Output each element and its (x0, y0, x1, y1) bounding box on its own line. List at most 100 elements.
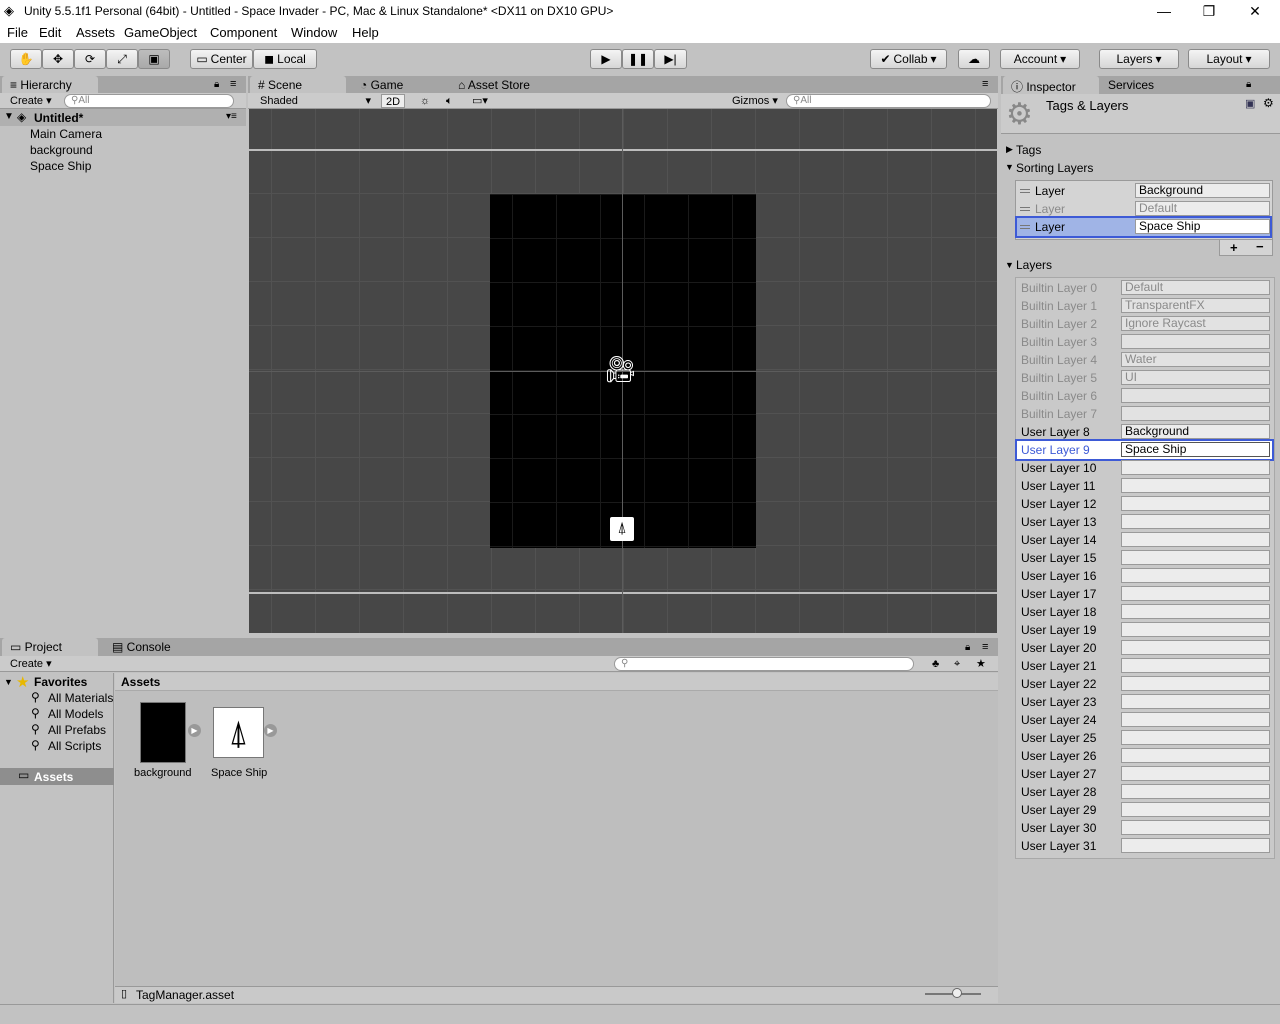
rotate-tool-button[interactable]: ⟳ (74, 49, 106, 69)
sorting-layers-foldout-icon[interactable]: ▼ (1005, 162, 1014, 172)
sorting-layers-foldout[interactable]: Sorting Layers (1016, 161, 1093, 175)
tab-game[interactable]: ◔ Game (352, 76, 411, 94)
menu-assets[interactable]: Assets (76, 25, 115, 40)
layer-name-field[interactable] (1121, 586, 1270, 601)
expand-arrow-icon[interactable]: ▶ (264, 724, 277, 737)
add-sorting-layer-button[interactable]: + (1230, 240, 1238, 255)
camera-gizmo-icon[interactable]: 🎥︎ (604, 354, 637, 385)
lock-icon[interactable]: 🔒︎ (965, 642, 970, 653)
help-book-icon[interactable]: ▣ (1245, 97, 1255, 110)
hierarchy-create-button[interactable]: Create ▾ (6, 94, 56, 108)
layer-name-field[interactable] (1121, 766, 1270, 781)
layer-row[interactable]: Builtin Layer 0 Default (1017, 279, 1272, 297)
assets-folder-label[interactable]: Assets (34, 770, 73, 784)
layer-row[interactable]: User Layer 18 (1017, 603, 1272, 621)
layer-name-field[interactable] (1121, 712, 1270, 727)
hierarchy-item-space-ship[interactable]: Space Ship (30, 159, 91, 173)
layer-row[interactable]: User Layer 23 (1017, 693, 1272, 711)
layer-name-field[interactable] (1121, 838, 1270, 853)
step-button[interactable]: ▶| (654, 49, 687, 69)
layer-name-field[interactable]: Background (1121, 424, 1270, 439)
layer-row[interactable]: User Layer 13 (1017, 513, 1272, 531)
tags-foldout-icon[interactable]: ▶ (1006, 144, 1013, 155)
layers-foldout-icon[interactable]: ▼ (1005, 260, 1014, 270)
tab-scene[interactable]: # Scene (250, 76, 346, 94)
asset-thumb-space-ship[interactable]: ⍋ (213, 707, 264, 758)
layer-row[interactable]: User Layer 12 (1017, 495, 1272, 513)
layer-name-field[interactable] (1121, 460, 1270, 475)
pivot-center-button[interactable]: ▭ Center (190, 49, 253, 69)
cloud-button[interactable]: ☁ (958, 49, 990, 69)
remove-sorting-layer-button[interactable]: − (1256, 239, 1264, 254)
filter-type-icon[interactable]: ♣ (928, 657, 943, 671)
layer-name-field[interactable] (1121, 694, 1270, 709)
sun-icon[interactable]: ☼ (416, 94, 434, 108)
layer-row[interactable]: User Layer 26 (1017, 747, 1272, 765)
layer-row[interactable]: User Layer 17 (1017, 585, 1272, 603)
sorting-layer-row[interactable]: Layer Space Ship (1015, 216, 1272, 238)
layer-row[interactable]: User Layer 20 (1017, 639, 1272, 657)
layer-row[interactable]: Builtin Layer 5 UI (1017, 369, 1272, 387)
menu-icon[interactable]: ≡ (982, 641, 988, 653)
audio-icon[interactable]: 🔈︎ (442, 94, 457, 108)
menu-icon[interactable]: ≡ (230, 78, 236, 90)
layer-name-field[interactable] (1121, 730, 1270, 745)
layer-name-field[interactable] (1121, 640, 1270, 655)
menu-icon[interactable]: ≡ (982, 78, 988, 90)
layer-row[interactable]: User Layer 31 (1017, 837, 1272, 855)
asset-label[interactable]: background (134, 767, 192, 779)
filter-label-icon[interactable]: ⌖ (950, 657, 964, 671)
layer-row[interactable]: User Layer 29 (1017, 801, 1272, 819)
layer-name-field[interactable] (1121, 496, 1270, 511)
hand-tool-button[interactable]: ✋ (10, 49, 42, 69)
favorite-item[interactable]: All Prefabs (48, 723, 106, 737)
account-dropdown[interactable]: Account ▾ (1000, 49, 1080, 69)
hierarchy-item-main-camera[interactable]: Main Camera (30, 127, 102, 141)
layer-row[interactable]: User Layer 30 (1017, 819, 1272, 837)
hierarchy-item-background[interactable]: background (30, 143, 93, 157)
menu-edit[interactable]: Edit (39, 25, 61, 40)
minimize-icon[interactable]: — (1149, 3, 1179, 19)
gizmos-dropdown[interactable]: Gizmos ▾ (728, 94, 782, 108)
layer-row[interactable]: Builtin Layer 2 Ignore Raycast (1017, 315, 1272, 333)
layer-row[interactable]: User Layer 25 (1017, 729, 1272, 747)
move-tool-button[interactable]: ✥ (42, 49, 74, 69)
project-search-input[interactable]: ⚲ (614, 657, 914, 671)
lock-icon[interactable]: 🔒︎ (214, 79, 219, 90)
layer-row[interactable]: User Layer 15 (1017, 549, 1272, 567)
layer-name-field[interactable] (1121, 748, 1270, 763)
scene-menu-icon[interactable]: ▾≡ (226, 111, 237, 122)
project-create-button[interactable]: Create ▾ (6, 657, 56, 671)
layer-name-field[interactable]: Space Ship (1121, 442, 1270, 457)
layer-row[interactable]: User Layer 28 (1017, 783, 1272, 801)
layer-row[interactable]: User Layer 9 Space Ship (1015, 439, 1274, 461)
tab-asset-store[interactable]: ⌂ Asset Store (450, 76, 538, 94)
menu-help[interactable]: Help (352, 25, 379, 40)
menu-file[interactable]: File (7, 25, 28, 40)
expand-arrow-icon[interactable]: ▶ (188, 724, 201, 737)
image-icon[interactable]: ▭▾ (468, 94, 492, 108)
hierarchy-search-input[interactable]: ⚲All (64, 94, 234, 108)
layer-row[interactable]: User Layer 10 (1017, 459, 1272, 477)
scene-search-input[interactable]: ⚲All (786, 94, 991, 108)
tab-project[interactable]: ▭ Project (2, 638, 98, 656)
layer-name-field[interactable] (1121, 604, 1270, 619)
tab-hierarchy[interactable]: ≡ Hierarchy (2, 76, 98, 94)
favorites-label[interactable]: Favorites (34, 675, 87, 689)
layer-row[interactable]: User Layer 16 (1017, 567, 1272, 585)
drag-handle-icon[interactable] (1020, 225, 1030, 229)
shading-dropdown[interactable]: Shaded ▾ (256, 94, 373, 108)
space-ship-sprite[interactable]: ⍋ (610, 517, 634, 541)
layout-dropdown[interactable]: Layout ▾ (1188, 49, 1270, 69)
breadcrumb[interactable]: Assets (121, 675, 160, 689)
layer-row[interactable]: User Layer 8 Background (1017, 423, 1272, 441)
sorting-layer-row[interactable]: Layer Default (1017, 200, 1270, 218)
menu-component[interactable]: Component (210, 25, 277, 40)
layer-row[interactable]: Builtin Layer 4 Water (1017, 351, 1272, 369)
layer-name-field[interactable] (1121, 676, 1270, 691)
asset-label[interactable]: Space Ship (211, 767, 267, 779)
tab-services[interactable]: Services (1100, 76, 1162, 94)
settings-gear-icon[interactable]: ⚙ (1263, 96, 1274, 110)
layer-name-field[interactable] (1121, 550, 1270, 565)
lock-icon[interactable]: 🔒︎ (1246, 79, 1251, 90)
